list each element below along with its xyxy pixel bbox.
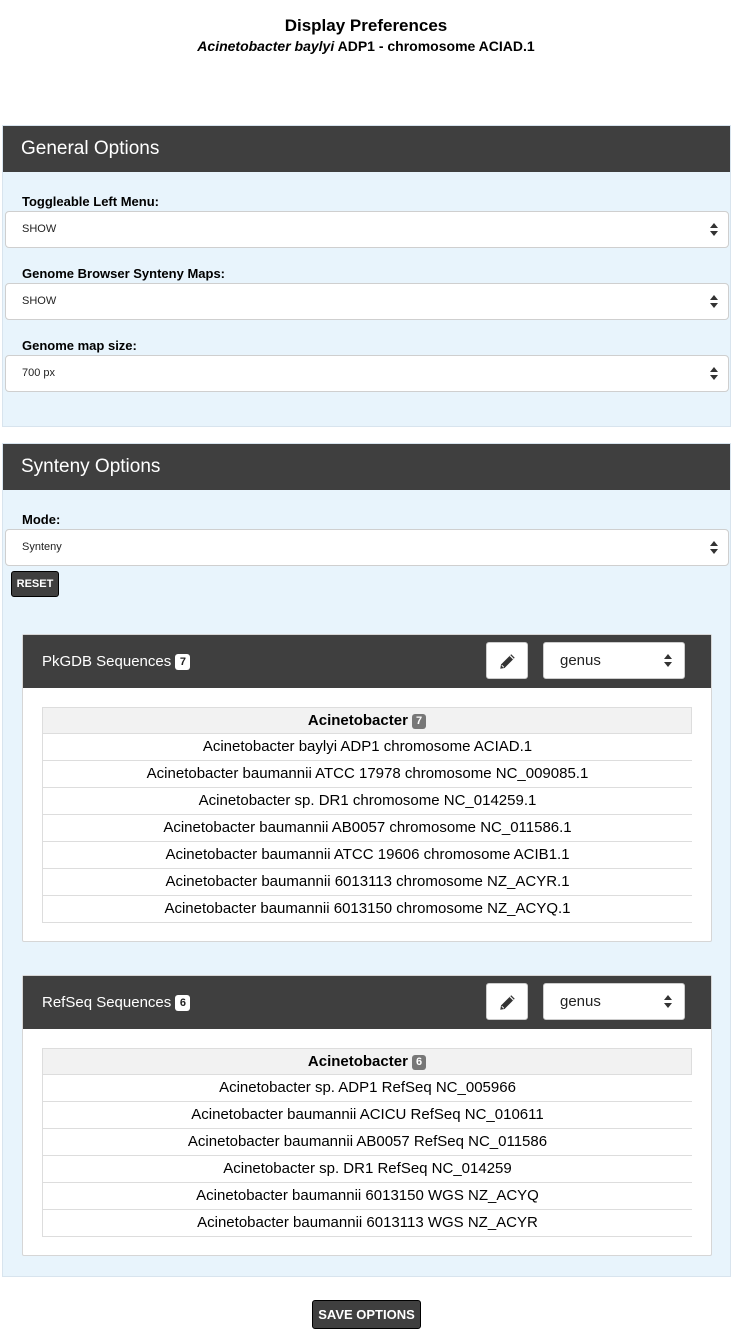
refseq-sequences-table: Acinetobacter 6 Acinetobacter sp. ADP1 R… [42, 1048, 692, 1237]
map-size-value: 700 px [22, 367, 56, 379]
refseq-group-header: Acinetobacter 6 [43, 1048, 692, 1075]
table-row: Acinetobacter baylyi ADP1 chromosome ACI… [43, 734, 692, 761]
refseq-title-text: RefSeq Sequences [42, 994, 172, 1011]
pencil-icon [500, 654, 515, 669]
table-row: Acinetobacter sp. DR1 chromosome NC_0142… [43, 788, 692, 815]
refseq-edit-button[interactable] [486, 983, 528, 1020]
left-menu-label: Toggleable Left Menu: [22, 194, 159, 209]
mode-select[interactable]: Synteny [5, 529, 729, 566]
table-row: Acinetobacter baumannii 6013113 chromoso… [43, 869, 692, 896]
select-arrows-icon [664, 654, 672, 667]
synteny-maps-label: Genome Browser Synteny Maps: [22, 266, 225, 281]
refseq-group-name: Acinetobacter [307, 1053, 408, 1070]
pkgdb-group-header: Acinetobacter 7 [43, 707, 692, 734]
refseq-group-count: 6 [412, 1055, 427, 1070]
pkgdb-sequences-header: PkGDB Sequences 7 genus [23, 635, 711, 688]
refseq-sequences-panel: RefSeq Sequences 6 genus Acinetobacter 6… [22, 975, 712, 1256]
left-menu-select[interactable]: SHOW [5, 211, 729, 248]
pkgdb-edit-button[interactable] [486, 642, 528, 679]
pkgdb-sequences-table: Acinetobacter 7 Acinetobacter baylyi ADP… [42, 707, 692, 923]
pkgdb-sequences-title: PkGDB Sequences 7 [42, 635, 191, 688]
table-row: Acinetobacter baumannii AB0057 chromosom… [43, 815, 692, 842]
mode-value: Synteny [22, 541, 62, 553]
select-arrows-icon [710, 295, 718, 308]
pkgdb-group-name: Acinetobacter [307, 712, 408, 729]
table-row: Acinetobacter sp. ADP1 RefSeq NC_005966 [43, 1075, 692, 1102]
refseq-group-value: genus [560, 993, 601, 1010]
synteny-options-title: Synteny Options [3, 444, 730, 490]
pkgdb-group-select[interactable]: genus [543, 642, 685, 679]
subtitle-rest: ADP1 - chromosome ACIAD.1 [334, 38, 535, 54]
refseq-sequences-title: RefSeq Sequences 6 [42, 976, 191, 1029]
save-options-button[interactable]: SAVE OPTIONS [312, 1300, 421, 1329]
synteny-maps-value: SHOW [22, 295, 57, 307]
table-row: Acinetobacter baumannii ATCC 17978 chrom… [43, 761, 692, 788]
page-header: Display Preferences Acinetobacter baylyi… [0, 15, 732, 55]
refseq-group-select[interactable]: genus [543, 983, 685, 1020]
table-row: Acinetobacter sp. DR1 RefSeq NC_014259 [43, 1156, 692, 1183]
select-arrows-icon [710, 223, 718, 236]
mode-label: Mode: [22, 512, 61, 527]
pkgdb-count-badge: 7 [175, 654, 191, 670]
synteny-options-panel: Synteny Options Mode: Synteny RESET PkGD… [2, 443, 731, 1277]
page-subtitle: Acinetobacter baylyi ADP1 - chromosome A… [0, 37, 732, 55]
map-size-select[interactable]: 700 px [5, 355, 729, 392]
table-row: Acinetobacter baumannii 6013113 WGS NZ_A… [43, 1210, 692, 1237]
left-menu-value: SHOW [22, 223, 57, 235]
select-arrows-icon [710, 541, 718, 554]
general-options-panel: General Options Toggleable Left Menu: SH… [2, 125, 731, 427]
select-arrows-icon [664, 995, 672, 1008]
pencil-icon [500, 995, 515, 1010]
pkgdb-title-text: PkGDB Sequences [42, 653, 172, 670]
table-row: Acinetobacter baumannii 6013150 WGS NZ_A… [43, 1183, 692, 1210]
reset-button[interactable]: RESET [11, 571, 59, 597]
page-title: Display Preferences [284, 16, 448, 35]
pkgdb-group-value: genus [560, 652, 601, 669]
map-size-label: Genome map size: [22, 338, 137, 353]
select-arrows-icon [710, 367, 718, 380]
subtitle-species: Acinetobacter baylyi [197, 38, 335, 54]
table-row: Acinetobacter baumannii ATCC 19606 chrom… [43, 842, 692, 869]
synteny-maps-select[interactable]: SHOW [5, 283, 729, 320]
refseq-sequences-header: RefSeq Sequences 6 genus [23, 976, 711, 1029]
refseq-count-badge: 6 [175, 995, 191, 1011]
table-row: Acinetobacter baumannii AB0057 RefSeq NC… [43, 1129, 692, 1156]
general-options-title: General Options [3, 126, 730, 172]
pkgdb-sequences-panel: PkGDB Sequences 7 genus Acinetobacter 7 … [22, 634, 712, 942]
table-row: Acinetobacter baumannii ACICU RefSeq NC_… [43, 1102, 692, 1129]
table-row: Acinetobacter baumannii 6013150 chromoso… [43, 896, 692, 923]
pkgdb-group-count: 7 [412, 714, 427, 729]
